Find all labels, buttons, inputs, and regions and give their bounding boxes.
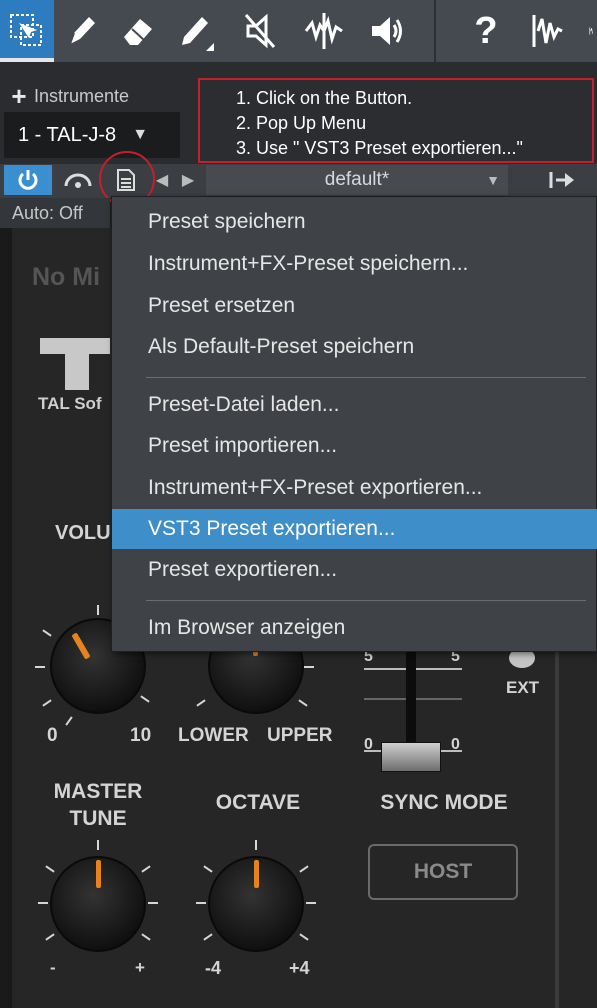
upper-label: UPPER (267, 725, 333, 746)
menu-item-label: Preset-Datei laden... (148, 393, 340, 416)
eraser-icon (124, 19, 152, 45)
octave-label: OCTAVE (215, 791, 301, 814)
octave-max-label: +4 (289, 958, 310, 978)
lower-label: LOWER (178, 725, 249, 746)
instrument-select[interactable]: 1 - TAL-J-8 ▼ (4, 112, 180, 158)
slider-bottom-left-label: 0 (364, 736, 373, 753)
menu-item-im-browser-anzeigen[interactable]: Im Browser anzeigen (112, 608, 597, 648)
master-tune-line1: MASTER (53, 780, 143, 803)
instruction-note: 1. Click on the Button. 2. Pop Up Menu 3… (198, 78, 594, 163)
brand-label: TAL Sof (38, 394, 102, 413)
menu-item-label: Preset exportieren... (148, 558, 338, 581)
master-tune-label: MASTER TUNE (40, 778, 156, 832)
volume-min-label: 0 (47, 725, 58, 746)
audio-bend-button-2[interactable] (572, 0, 597, 62)
listen-tool-icon (372, 17, 402, 45)
master-tune-line2: TUNE (69, 807, 127, 830)
tal-logo-stem (65, 338, 89, 390)
panel-divider (555, 648, 559, 1008)
sync-mode-label: SYNC MODE (380, 791, 508, 814)
menu-item-label: Preset speichern (148, 210, 306, 233)
host-button[interactable]: HOST (368, 844, 518, 900)
pen-tool-button[interactable] (56, 0, 108, 62)
power-button[interactable] (4, 165, 52, 195)
next-preset-button[interactable]: ▶ (176, 164, 200, 196)
mute-tool-button[interactable] (234, 0, 286, 62)
chevron-left-icon: ◀ (155, 172, 169, 189)
menu-item-label: Instrument+FX-Preset exportieren... (148, 476, 483, 499)
panel-edge (0, 228, 12, 1008)
audio-bend-icon-2 (589, 27, 593, 35)
octave-min-label: -4 (205, 958, 222, 978)
sync-slider-thumb[interactable] (381, 742, 441, 772)
preset-selector[interactable]: default* (206, 165, 508, 195)
menu-separator (146, 600, 586, 601)
audio-bend-icon (532, 15, 563, 47)
master-tune-min-label: - (50, 958, 56, 977)
listen-tool-button[interactable] (360, 0, 412, 62)
menu-item-label: Preset ersetzen (148, 294, 296, 317)
menu-item-preset-importieren[interactable]: Preset importieren... (112, 426, 597, 466)
selection-tool-icon (10, 14, 42, 46)
send-button[interactable] (530, 165, 594, 195)
volume-label: VOLU (55, 522, 111, 544)
menu-item-instrument-fx-preset-speichern[interactable]: Instrument+FX-Preset speichern... (112, 244, 597, 284)
menu-item-als-default-preset-speichern[interactable]: Als Default-Preset speichern (112, 327, 597, 367)
preset-name: default* (324, 169, 390, 190)
menu-item-label: Instrument+FX-Preset speichern... (148, 252, 469, 275)
menu-item-preset-speichern[interactable]: Preset speichern (112, 202, 597, 242)
note-line: 2. Pop Up Menu (236, 113, 367, 133)
automation-mode-label: Auto: Off (12, 202, 83, 223)
help-button[interactable]: ? (460, 0, 512, 62)
toolbar: ? (0, 0, 597, 62)
split-tool-button[interactable] (298, 0, 350, 62)
note-line: 1. Click on the Button. (236, 88, 413, 108)
menu-item-preset-exportieren[interactable]: Preset exportieren... (112, 550, 597, 590)
ext-label: EXT (506, 678, 540, 697)
pencil-icon (182, 17, 214, 51)
mute-tool-icon (244, 13, 276, 49)
help-icon: ? (474, 9, 498, 52)
selection-tool-button[interactable] (0, 0, 54, 62)
chevron-down-icon: ▼ (486, 172, 500, 188)
no-midi-label: No Mi (32, 263, 101, 291)
compare-button[interactable] (58, 165, 98, 195)
preset-popup-menu: Preset speichern Instrument+FX-Preset sp… (111, 196, 597, 652)
audio-bend-button[interactable] (520, 0, 572, 62)
slider-bottom-right-label: 0 (451, 736, 460, 753)
menu-item-preset-datei-laden[interactable]: Preset-Datei laden... (112, 385, 597, 425)
previous-preset-button[interactable]: ◀ (150, 164, 174, 196)
instrument-select-value: 1 - TAL-J-8 (18, 123, 117, 146)
add-instrument-icon[interactable]: + (4, 81, 34, 112)
automation-mode[interactable]: Auto: Off (0, 198, 110, 228)
split-tool-icon (304, 13, 343, 49)
instrument-section-label: Instrumente (34, 85, 130, 106)
chevron-right-icon: ▶ (181, 172, 195, 189)
menu-item-label: Preset importieren... (148, 434, 338, 457)
pen-icon (69, 17, 95, 45)
menu-item-vst3-preset-exportieren[interactable]: VST3 Preset exportieren... (112, 509, 597, 549)
octave-indicator (254, 860, 259, 888)
eraser-tool-button[interactable] (112, 0, 164, 62)
menu-separator (146, 377, 586, 378)
menu-item-label: VST3 Preset exportieren... (148, 517, 396, 540)
menu-item-instrument-fx-preset-exportieren[interactable]: Instrument+FX-Preset exportieren... (112, 468, 597, 508)
power-icon (18, 170, 38, 190)
menu-item-label: Im Browser anzeigen (148, 616, 346, 639)
compare-icon (64, 173, 92, 188)
send-arrow-icon (549, 172, 574, 188)
master-tune-max-label: + (135, 958, 145, 977)
note-line: 3. Use " VST3 Preset exportieren..." (236, 138, 523, 158)
master-tune-indicator (96, 860, 101, 888)
menu-item-preset-ersetzen[interactable]: Preset ersetzen (112, 286, 597, 326)
instrument-section-title: + Instrumente (4, 81, 180, 112)
volume-max-label: 10 (130, 725, 152, 746)
pencil-tool-button[interactable] (168, 0, 220, 62)
chevron-down-icon: ▼ (132, 126, 149, 143)
host-button-label: HOST (413, 860, 473, 883)
menu-item-label: Als Default-Preset speichern (148, 335, 415, 358)
